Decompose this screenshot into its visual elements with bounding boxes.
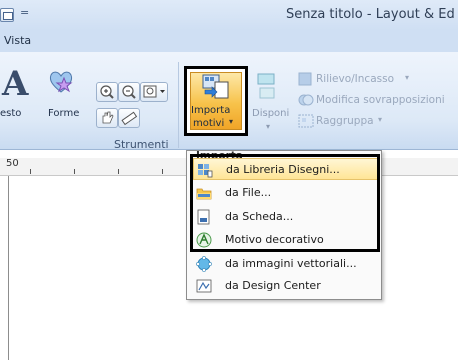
ribbon-tab-row [0, 30, 458, 52]
overlap-icon [298, 94, 314, 106]
raggruppa-button[interactable]: Raggruppa [316, 115, 374, 127]
zoom-out-button[interactable] [118, 82, 140, 102]
menu-item-label: da immagini vettoriali... [225, 257, 357, 270]
quick-access-customize[interactable]: = [20, 6, 29, 19]
ruler-tick [30, 169, 31, 174]
measure-button[interactable] [118, 108, 140, 128]
ruler-icon [121, 111, 138, 126]
raggruppa-chevron-icon: ▾ [378, 115, 383, 124]
arrange-icon[interactable] [256, 72, 278, 102]
forme-label[interactable]: Forme [48, 108, 79, 119]
window-title: Senza titolo - Layout & Ed [286, 7, 455, 22]
group-icon [298, 114, 314, 128]
menu-item-label: da Design Center [225, 279, 321, 292]
ruler-tick [74, 169, 75, 174]
strumenti-group-label: Strumenti [114, 138, 169, 151]
zoom-fit-button[interactable] [140, 82, 168, 102]
group-separator [178, 62, 179, 148]
menu-item-vector[interactable]: da immagini vettoriali... [193, 253, 378, 275]
zoom-out-icon [122, 85, 136, 99]
zoom-in-icon [100, 85, 114, 99]
ruler-tick [162, 169, 163, 174]
text-tool-label[interactable]: esto [0, 108, 21, 119]
modifica-sovrapposizioni-button[interactable]: Modifica sovrapposizioni [316, 94, 445, 106]
import-motifs-label-line1: Importa [191, 105, 231, 116]
menu-highlight-outline [190, 154, 380, 252]
import-motifs-button[interactable]: Importa motivi ▾ [184, 66, 248, 136]
vector-images-icon [196, 256, 212, 272]
tab-vista[interactable]: Vista [4, 34, 31, 47]
import-motifs-label-line2: motivi [193, 118, 225, 129]
pan-button[interactable] [96, 108, 118, 128]
canvas-border [8, 176, 9, 360]
app-menu-icon[interactable] [0, 8, 14, 22]
hand-icon [102, 111, 114, 124]
ruler-tick [118, 169, 119, 174]
rilievo-chevron-icon: ▾ [405, 73, 410, 82]
shapes-icon[interactable] [48, 68, 74, 94]
emboss-icon [298, 72, 312, 86]
zoom-in-button[interactable] [96, 82, 118, 102]
disponi-label[interactable]: Disponi [252, 108, 289, 119]
ruler-label: 50 [6, 158, 19, 169]
chevron-down-icon: ▾ [229, 117, 234, 126]
text-tool-icon[interactable]: A [2, 64, 28, 104]
design-center-icon [196, 279, 212, 293]
import-motifs-icon [202, 74, 229, 99]
rilievo-incasso-button[interactable]: Rilievo/Incasso [316, 73, 394, 85]
menu-item-design-center[interactable]: da Design Center [193, 275, 378, 297]
disponi-chevron-icon: ▾ [266, 122, 271, 131]
zoom-fit-icon [143, 85, 165, 98]
